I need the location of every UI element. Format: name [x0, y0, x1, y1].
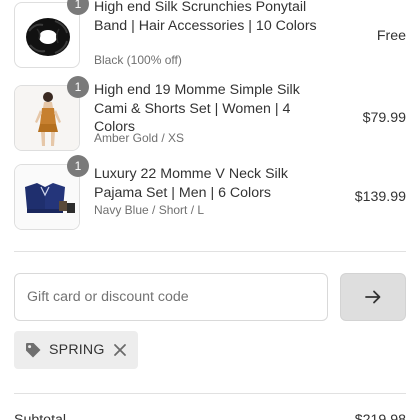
apply-discount-button[interactable] — [340, 273, 406, 321]
discount-code-label: SPRING — [49, 342, 105, 358]
product-variant: Black (100% off) — [94, 53, 182, 67]
product-title: Luxury 22 Momme V Neck Silk Pajama Set |… — [94, 166, 288, 201]
remove-discount-button[interactable] — [112, 342, 128, 358]
product-title: High end 19 Momme Simple Silk Cami & Sho… — [94, 82, 300, 135]
cart-item: 1 High end Silk Scrunchies Ponytail Band… — [14, 0, 406, 68]
quantity-badge: 1 — [67, 76, 89, 98]
navy-silk-pajama-set-image — [15, 165, 79, 229]
subtotal-value: $219.98 — [354, 412, 406, 420]
product-price: $139.99 — [354, 189, 406, 205]
product-price: Free — [376, 28, 406, 44]
product-price: $79.99 — [362, 110, 406, 126]
applied-discount-tag: SPRING — [14, 331, 138, 369]
section-divider — [14, 393, 406, 394]
discount-code-input[interactable] — [14, 273, 328, 321]
cart-item: 1 High end 19 Momme Simple Silk Cami & S… — [14, 76, 406, 151]
section-divider — [14, 251, 406, 252]
subtotal-label: Subtotal — [14, 412, 67, 420]
cart-item: 1 Luxury 22 Momme V Neck Silk Pajama Set… — [14, 155, 406, 230]
product-title: High end Silk Scrunchies Ponytail Band |… — [94, 0, 317, 34]
arrow-right-icon — [363, 287, 383, 307]
black-scrunchie-image — [26, 18, 70, 56]
product-variant: Amber Gold / XS — [94, 131, 185, 145]
product-variant: Navy Blue / Short / L — [94, 203, 205, 217]
tag-icon — [24, 341, 42, 359]
close-icon — [113, 344, 126, 356]
quantity-badge: 1 — [67, 155, 89, 177]
amber-silk-cami-set-image — [15, 86, 79, 150]
